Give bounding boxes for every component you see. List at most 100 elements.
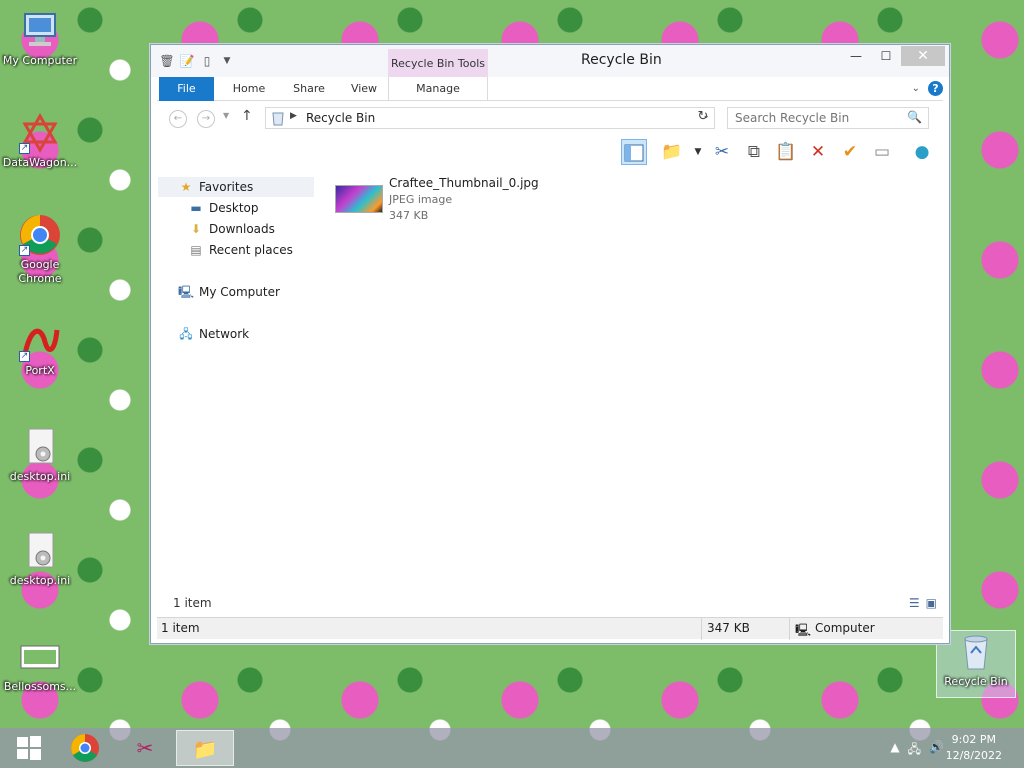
tab-share[interactable]: Share bbox=[279, 77, 339, 101]
list-item[interactable]: Craftee_Thumbnail_0.jpg JPEG image 347 K… bbox=[335, 175, 575, 225]
nav-favorites[interactable]: ★ Favorites bbox=[158, 177, 314, 197]
settings-file-icon bbox=[19, 530, 61, 572]
rename-icon[interactable]: ▭ bbox=[869, 139, 895, 165]
clock-time: 9:02 PM bbox=[951, 733, 996, 746]
recent-places-icon: ▤ bbox=[190, 243, 202, 257]
desktop-icon-portx[interactable]: ↗ PortX bbox=[0, 320, 80, 378]
search-input[interactable] bbox=[728, 108, 898, 128]
network-icon[interactable]: 🖧 bbox=[908, 740, 921, 761]
back-button[interactable]: ← bbox=[169, 110, 187, 128]
shortcut-arrow-icon: ↗ bbox=[19, 245, 30, 256]
navigation-pane: ★ Favorites ▬ Desktop ⬇ Downloads ▤ Recent p… bbox=[158, 175, 318, 595]
nav-desktop[interactable]: ▬ Desktop bbox=[188, 198, 259, 218]
nav-my-computer[interactable]: 🖳 My Computer bbox=[178, 282, 280, 302]
properties-icon[interactable]: 📝 bbox=[179, 53, 195, 69]
globe-icon[interactable]: ● bbox=[909, 139, 935, 165]
star-icon: ★ bbox=[180, 180, 192, 194]
clock-date: 12/8/2022 bbox=[945, 749, 1002, 762]
desktop-icon-label: desktop.ini bbox=[9, 574, 71, 587]
shortcut-arrow-icon: ↗ bbox=[19, 351, 30, 362]
nav-label: Downloads bbox=[209, 222, 275, 236]
large-icons-view-icon[interactable]: ▣ bbox=[926, 596, 937, 610]
command-toolbar: 📁 ▼ ✂ ⧉ 📋 ✕ ✔ ▭ ● bbox=[157, 137, 943, 167]
taskbar-snipping-tool-button[interactable]: ✂ bbox=[116, 730, 174, 766]
recycle-bin-small-icon bbox=[270, 110, 286, 126]
delete-icon[interactable]: ✕ bbox=[805, 139, 831, 165]
desktop-icon-my-computer[interactable]: My Computer bbox=[0, 10, 80, 68]
item-count: 1 item bbox=[173, 596, 212, 610]
nav-label: Desktop bbox=[209, 201, 259, 215]
desktop-icon-label: Bellossoms... bbox=[3, 680, 77, 693]
file-type: JPEG image bbox=[389, 193, 453, 206]
help-icon[interactable]: ? bbox=[928, 81, 943, 96]
file-thumbnail bbox=[335, 185, 383, 213]
taskbar-chrome-button[interactable] bbox=[56, 730, 114, 766]
preview-pane-button[interactable] bbox=[621, 139, 647, 165]
recycle-bin-icon bbox=[955, 631, 997, 673]
paste-icon[interactable]: 📋 bbox=[773, 139, 799, 165]
nav-network[interactable]: 🖧 Network bbox=[178, 324, 249, 344]
minimize-button[interactable]: — bbox=[841, 46, 871, 66]
desktop-icon-google-chrome[interactable]: ↗ Google Chrome bbox=[0, 214, 80, 286]
cut-icon[interactable]: ✂ bbox=[709, 139, 735, 165]
up-button[interactable]: ↑ bbox=[241, 108, 253, 124]
breadcrumb[interactable]: Recycle Bin bbox=[306, 111, 375, 125]
forward-button[interactable]: → bbox=[197, 110, 215, 128]
breadcrumb-separator-icon[interactable]: ▶ bbox=[290, 111, 297, 121]
refresh-button[interactable]: ↻ bbox=[693, 109, 713, 124]
details-view-icon[interactable]: ☰ bbox=[909, 596, 920, 610]
system-tray: ▲ 🖧 🔊 bbox=[890, 740, 944, 761]
nav-downloads[interactable]: ⬇ Downloads bbox=[188, 219, 275, 239]
nav-label: Network bbox=[199, 327, 250, 341]
file-name: Craftee_Thumbnail_0.jpg bbox=[389, 176, 539, 190]
search-icon[interactable]: 🔍 bbox=[907, 110, 922, 124]
desktop-icon-label: PortX bbox=[25, 364, 55, 377]
quick-access-toolbar: 🗑 📝 ▯ ▼ bbox=[159, 53, 235, 69]
new-folder-icon[interactable]: ▯ bbox=[199, 53, 215, 69]
desktop-icon: ▬ bbox=[190, 201, 202, 215]
title-bar: 🗑 📝 ▯ ▼ Recycle Bin Tools Recycle Bin — … bbox=[151, 45, 949, 77]
desktop-icon-datawagon[interactable]: ↗ DataWagon... bbox=[0, 112, 80, 170]
copy-icon[interactable]: ⧉ bbox=[741, 139, 767, 165]
desktop-icon-label: DataWagon... bbox=[2, 156, 78, 169]
settings-file-icon bbox=[19, 426, 61, 468]
datawagon-icon: ↗ bbox=[19, 112, 61, 154]
nav-label: My Computer bbox=[199, 285, 280, 299]
recent-locations-icon[interactable]: ▼ bbox=[223, 111, 229, 120]
status-bar: 1 item 347 KB 🖳 Computer bbox=[157, 617, 943, 640]
window-title: Recycle Bin bbox=[581, 52, 662, 68]
computer-icon bbox=[19, 10, 61, 52]
tab-home[interactable]: Home bbox=[219, 77, 279, 101]
image-file-icon bbox=[19, 636, 61, 678]
nav-recent-places[interactable]: ▤ Recent places bbox=[188, 240, 293, 260]
start-button[interactable] bbox=[0, 730, 58, 766]
nav-label: Favorites bbox=[199, 180, 254, 194]
taskbar-file-explorer-button[interactable]: 📁 bbox=[176, 730, 234, 766]
tab-manage[interactable]: Manage bbox=[388, 77, 488, 101]
close-button[interactable]: ✕ bbox=[901, 46, 945, 66]
chevron-down-icon[interactable]: ▼ bbox=[219, 53, 235, 69]
desktop-icon-label: My Computer bbox=[2, 54, 78, 67]
desktop-icon-desktop-ini-2[interactable]: desktop.ini bbox=[0, 530, 80, 588]
volume-icon[interactable]: 🔊 bbox=[929, 740, 944, 761]
status-items: 1 item bbox=[161, 621, 200, 635]
recycle-bin-tools-header: Recycle Bin Tools bbox=[388, 49, 488, 77]
maximize-button[interactable]: ☐ bbox=[871, 46, 901, 66]
expand-ribbon-icon[interactable]: ⌄ bbox=[912, 83, 920, 94]
computer-icon: 🖳 bbox=[178, 285, 195, 299]
chevron-down-icon[interactable]: ▼ bbox=[685, 139, 711, 165]
address-bar[interactable]: ▶ Recycle Bin ⌄ bbox=[265, 107, 715, 129]
nav-label: Recent places bbox=[209, 243, 293, 257]
tab-file[interactable]: File bbox=[159, 77, 214, 101]
tab-view[interactable]: View bbox=[339, 77, 389, 101]
restore-icon[interactable]: ✔ bbox=[837, 139, 863, 165]
recycle-bin-small-icon[interactable]: 🗑 bbox=[159, 53, 175, 69]
address-row: ← → ▼ ↑ ▶ Recycle Bin ⌄ ↻ 🔍 bbox=[157, 105, 943, 133]
downloads-icon: ⬇ bbox=[190, 222, 202, 236]
desktop-icon-label: Google Chrome bbox=[18, 258, 62, 285]
desktop-icon-bellossoms[interactable]: Bellossoms... bbox=[0, 636, 80, 694]
show-hidden-icons-icon[interactable]: ▲ bbox=[890, 740, 899, 761]
desktop-icon-desktop-ini-1[interactable]: desktop.ini bbox=[0, 426, 80, 484]
clock[interactable]: 9:02 PM 12/8/2022 bbox=[946, 732, 1002, 764]
folder-properties-icon[interactable]: 📁 bbox=[659, 139, 685, 165]
